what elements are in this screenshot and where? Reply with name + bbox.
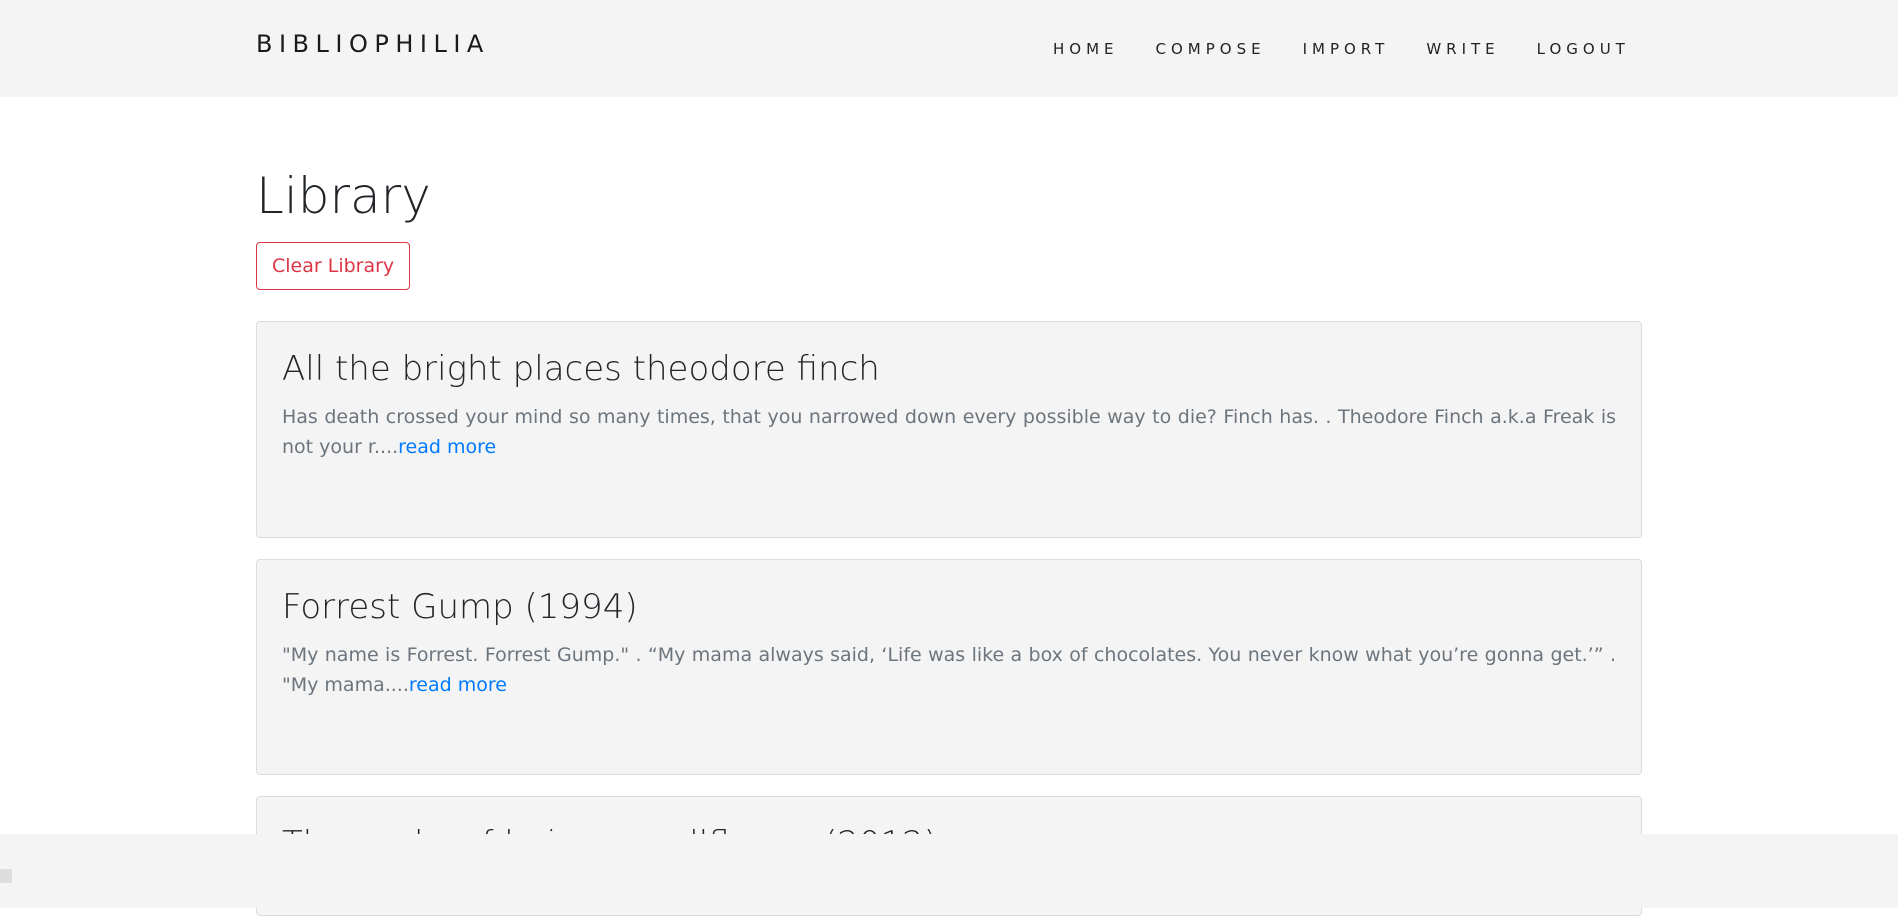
navbar: BIBLIOPHILIA HOME COMPOSE IMPORT WRITE L… <box>0 0 1898 97</box>
book-title: Forrest Gump (1994) <box>282 587 638 627</box>
book-excerpt: "My name is Forrest. Forrest Gump." . “M… <box>282 640 1616 700</box>
book-title: All the bright places theodore finch <box>282 349 880 389</box>
nav-logout[interactable]: LOGOUT <box>1537 40 1630 58</box>
nav-links: HOME COMPOSE IMPORT WRITE LOGOUT <box>1053 40 1630 58</box>
page-title: Library <box>256 167 431 225</box>
read-more-link[interactable]: read more <box>409 674 507 696</box>
nav-import[interactable]: IMPORT <box>1303 40 1390 58</box>
read-more-link[interactable]: read more <box>398 436 496 458</box>
nav-write[interactable]: WRITE <box>1426 40 1499 58</box>
clear-library-button[interactable]: Clear Library <box>256 242 411 290</box>
nav-home[interactable]: HOME <box>1053 40 1119 58</box>
nav-compose[interactable]: COMPOSE <box>1156 40 1266 58</box>
main-content: Library Clear Library All the bright pla… <box>256 97 1644 916</box>
brand-logo[interactable]: BIBLIOPHILIA <box>256 30 490 58</box>
book-excerpt: Has death crossed your mind so many time… <box>282 402 1616 462</box>
document-icon <box>0 869 12 883</box>
book-card: Forrest Gump (1994) "My name is Forrest.… <box>256 559 1642 775</box>
footer <box>0 834 1898 908</box>
book-card: All the bright places theodore finch Has… <box>256 321 1642 538</box>
